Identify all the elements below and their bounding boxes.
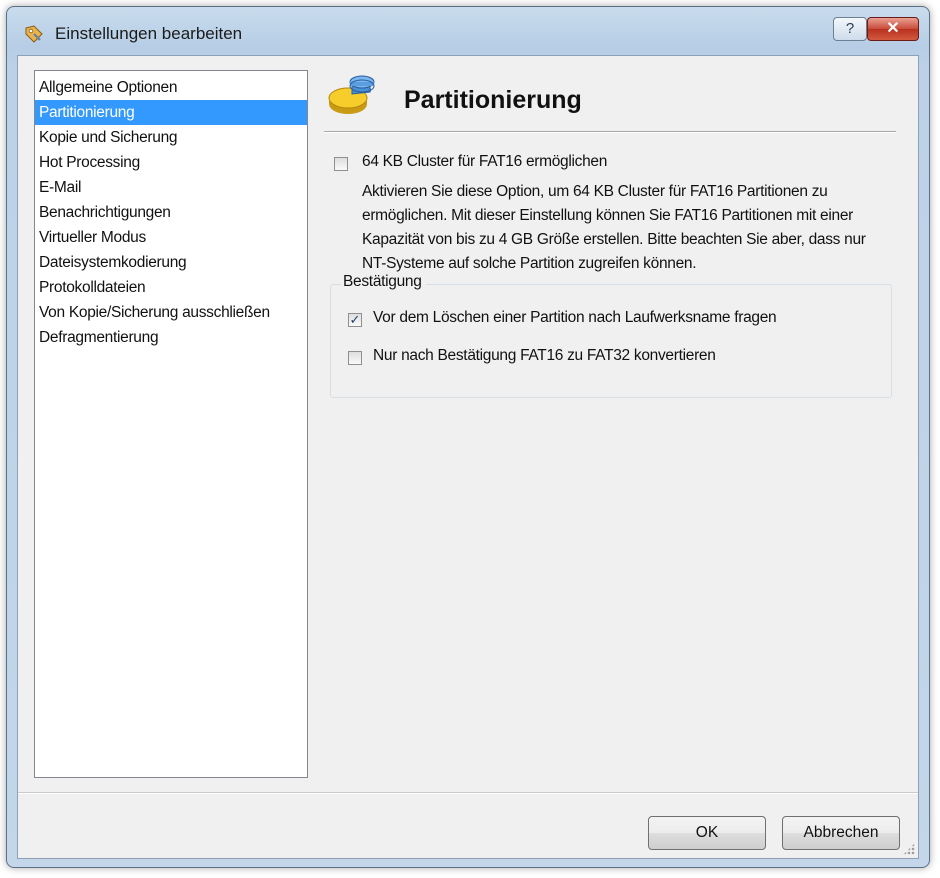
nav-item-dateisystemkodierung[interactable]: Dateisystemkodierung [35, 250, 307, 275]
resize-grip-icon[interactable] [903, 843, 915, 855]
pane-title: Partitionierung [404, 86, 582, 114]
fat16-cluster-label[interactable]: 64 KB Cluster für FAT16 ermöglichen [362, 153, 607, 171]
title-bar[interactable]: Einstellungen bearbeiten ? ✕ [7, 7, 929, 57]
nav-item-e-mail[interactable]: E-Mail [35, 175, 307, 200]
nav-item-protokolldateien[interactable]: Protokolldateien [35, 275, 307, 300]
fat16-cluster-description: Aktivieren Sie diese Option, um 64 KB Cl… [362, 183, 866, 272]
dialog-window: Einstellungen bearbeiten ? ✕ Allgemeine … [6, 6, 930, 868]
cancel-button[interactable]: Abbrechen [782, 816, 900, 850]
confirmation-group-label: Bestätigung [341, 273, 426, 291]
ok-button[interactable]: OK [648, 816, 766, 850]
help-button[interactable]: ? [833, 17, 867, 41]
fat16-cluster-checkbox[interactable] [334, 157, 348, 171]
nav-item-benachrichtigungen[interactable]: Benachrichtigungen [35, 200, 307, 225]
nav-item-hot-processing[interactable]: Hot Processing [35, 150, 307, 175]
settings-pane: Partitionierung 64 KB Cluster für FAT16 … [324, 68, 904, 398]
title-divider [324, 131, 896, 133]
partition-pie-icon [326, 72, 378, 120]
button-area-separator [18, 792, 918, 794]
confirmation-group: Bestätigung ✓ Vor dem Löschen einer Part… [330, 273, 892, 398]
confirm-delete-checkbox[interactable]: ✓ [348, 313, 362, 327]
nav-item-von-kopie-sicherung-ausschließen[interactable]: Von Kopie/Sicherung ausschließen [35, 300, 307, 325]
confirm-convert-checkbox[interactable] [348, 351, 362, 365]
nav-item-partitionierung[interactable]: Partitionierung [35, 100, 307, 125]
nav-item-allgemeine-optionen[interactable]: Allgemeine Optionen [35, 75, 307, 100]
confirm-convert-label[interactable]: Nur nach Bestätigung FAT16 zu FAT32 konv… [373, 347, 716, 365]
nav-item-virtueller-modus[interactable]: Virtueller Modus [35, 225, 307, 250]
nav-item-defragmentierung[interactable]: Defragmentierung [35, 325, 307, 350]
settings-category-list[interactable]: Allgemeine Optionen Partitionierung Kopie … [34, 70, 308, 778]
dialog-client-area: Allgemeine Optionen Partitionierung Kopie … [17, 55, 919, 859]
confirm-delete-label[interactable]: Vor dem Löschen einer Partition nach Lau… [373, 309, 777, 327]
settings-tag-icon [23, 23, 45, 45]
close-button[interactable]: ✕ [867, 17, 919, 41]
window-title: Einstellungen bearbeiten [55, 24, 243, 43]
nav-item-kopie-und-sicherung[interactable]: Kopie und Sicherung [35, 125, 307, 150]
